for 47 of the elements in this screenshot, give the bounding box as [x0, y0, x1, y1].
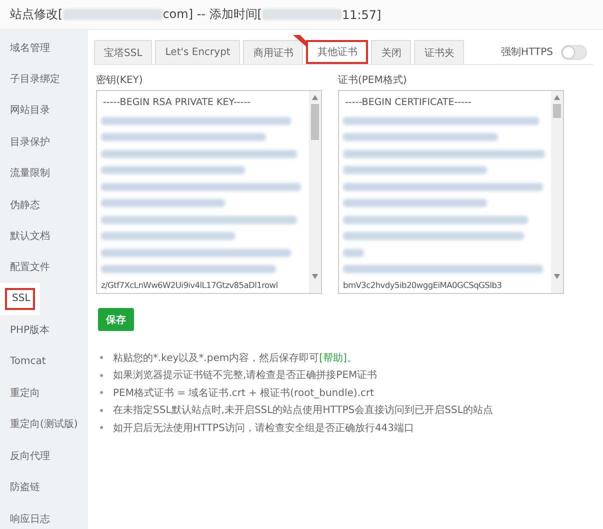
- scroll-down-icon[interactable]: [554, 274, 560, 279]
- text-area[interactable]: -----BEGIN CERTIFICATE----- bmV3c2hvdy5ib20wggEiMA0GCSqGSIb3: [338, 90, 564, 294]
- note-text: 如开启后无法使用HTTPS访问，请检查安全组是否正确放行443端口: [113, 422, 414, 435]
- toggle-label: 强制HTTPS: [501, 46, 553, 59]
- sidebar-item[interactable]: 伪静态: [0, 188, 88, 220]
- sidebar-item[interactable]: 域名管理: [0, 32, 88, 64]
- sidebar-item[interactable]: SSL: [0, 283, 40, 315]
- help-link[interactable]: [帮助]: [319, 352, 347, 364]
- sidebar-item[interactable]: 反向代理: [0, 440, 88, 472]
- field-label: 证书(PEM格式): [338, 74, 408, 87]
- scrollbar[interactable]: [309, 91, 321, 293]
- toggle-switch[interactable]: [561, 44, 587, 60]
- sidebar-item[interactable]: 配置文件: [0, 252, 88, 284]
- note-text: 粘贴您的*.key以及*.pem内容，然后保存即可[帮助]。: [113, 352, 357, 365]
- scrollbar[interactable]: [551, 91, 563, 293]
- sidebar-item[interactable]: 防盗链: [0, 471, 88, 503]
- note-text: PEM格式证书 = 域名证书.crt + 根证书(root_bundle).crt: [113, 386, 374, 400]
- tab[interactable]: 其他证书: [306, 40, 368, 64]
- tab[interactable]: 证书夹: [414, 40, 464, 64]
- sidebar-item[interactable]: PHP版本: [0, 314, 88, 346]
- window-title: 站点修改[: [10, 6, 63, 23]
- note-text: 在未指定SSL默认站点时,未开启SSL的站点使用HTTPS会直接访问到已开启SSL的站点: [113, 404, 493, 418]
- redacted-text: [343, 248, 364, 257]
- sidebar-item[interactable]: 默认文档: [0, 220, 88, 252]
- scroll-down-icon[interactable]: [312, 274, 318, 279]
- scroll-thumb[interactable]: [311, 104, 319, 140]
- tab[interactable]: Let's Encrypt: [155, 40, 240, 64]
- note-text: 如果浏览器提示证书链不完整,请检查是否正确拼接PEM证书: [113, 368, 378, 382]
- sidebar-item[interactable]: 目录保护: [0, 126, 88, 158]
- scroll-thumb[interactable]: [553, 104, 561, 118]
- sidebar-item[interactable]: 响应日志: [0, 502, 88, 529]
- field-label: 密钥(KEY): [96, 74, 144, 87]
- sidebar-item[interactable]: 网站目录: [0, 94, 88, 126]
- save-button[interactable]: 保存: [98, 308, 134, 331]
- tab[interactable]: 商用证书: [243, 40, 304, 64]
- scroll-up-icon[interactable]: [554, 95, 560, 100]
- sidebar-item[interactable]: Tomcat: [0, 346, 88, 378]
- tab[interactable]: 关闭: [371, 40, 412, 64]
- sidebar-item[interactable]: 子目录绑定: [0, 63, 88, 95]
- window-title: 11:57]: [342, 8, 382, 22]
- window-title: com] -- 添加时间[: [162, 6, 262, 23]
- text-area[interactable]: -----BEGIN RSA PRIVATE KEY----- z/Gtf7XcLnWw6W2Ui9iv4lL17Gtzv85aDl1rowl: [96, 90, 322, 294]
- sidebar-item[interactable]: 重定向: [0, 377, 88, 409]
- sidebar-item[interactable]: 重定向(测试版): [0, 408, 88, 440]
- scroll-up-icon[interactable]: [312, 95, 318, 100]
- sidebar-item[interactable]: 流量限制: [0, 158, 88, 189]
- tab[interactable]: 宝塔SSL: [94, 40, 152, 64]
